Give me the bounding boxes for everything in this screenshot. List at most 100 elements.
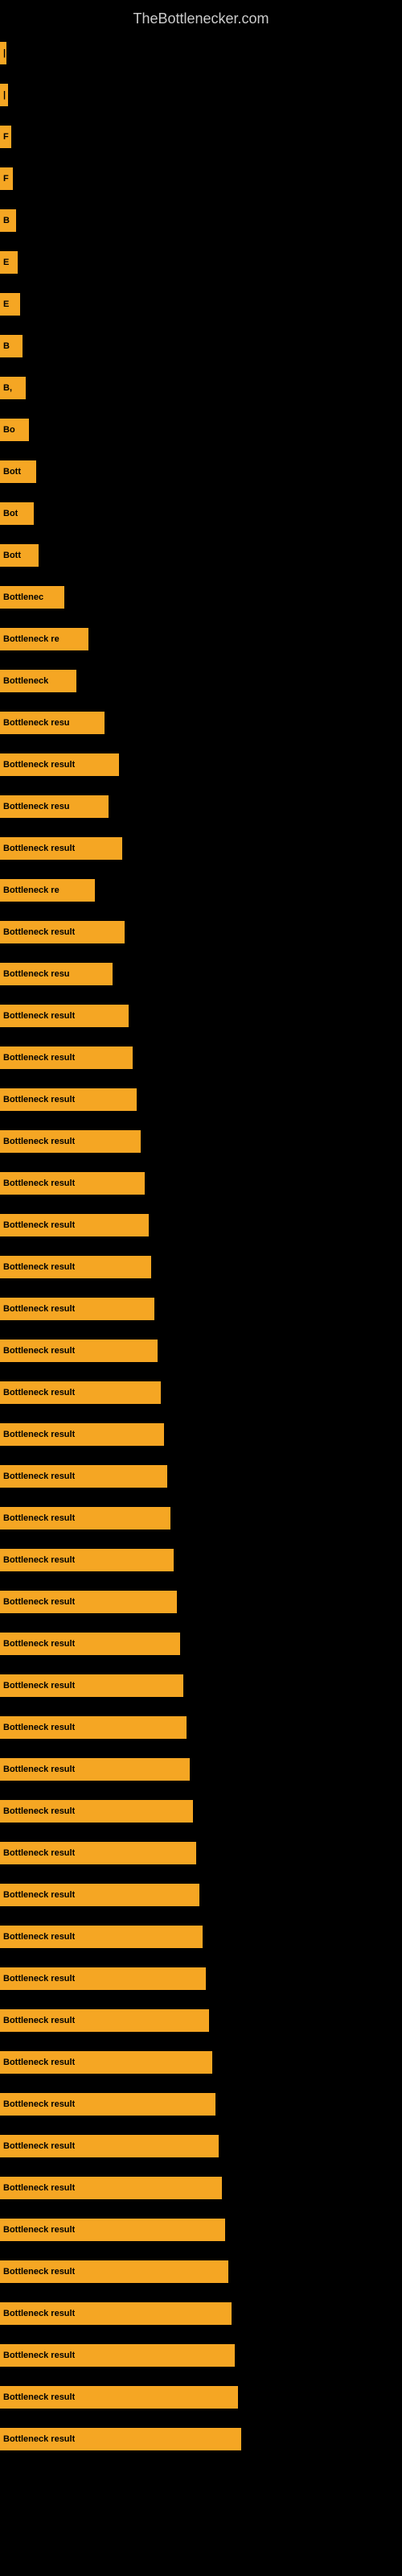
bar: Bottleneck result	[0, 1633, 180, 1655]
bar-label: Bottleneck result	[3, 760, 75, 770]
bar-row: Bottleneck resu	[0, 702, 402, 744]
bar-label: Bottleneck result	[3, 1639, 75, 1649]
bar: Bottleneck result	[0, 2344, 235, 2367]
bar-label: Bottleneck result	[3, 1932, 75, 1942]
bar-label: Bottleneck result	[3, 1430, 75, 1439]
bar-label: Bottleneck result	[3, 1723, 75, 1732]
bar-row: Bottleneck result	[0, 1707, 402, 1748]
bar-row: F	[0, 116, 402, 158]
bar-row: Bot	[0, 493, 402, 535]
bar-label: Bo	[3, 425, 15, 435]
bar-row: Bottleneck result	[0, 1581, 402, 1623]
bar-label: Bottleneck result	[3, 1806, 75, 1816]
bar-row: Bottlenec	[0, 576, 402, 618]
bar-row: Bottleneck result	[0, 1665, 402, 1707]
bar: F	[0, 167, 13, 190]
bar-row: E	[0, 242, 402, 283]
bar: Bottleneck result	[0, 2177, 222, 2199]
bar-label: B,	[3, 383, 12, 393]
bar: Bottleneck result	[0, 1256, 151, 1278]
bar-label: Bottleneck result	[3, 1472, 75, 1481]
bar-label: Bottleneck result	[3, 2183, 75, 2193]
bar-row: Bottleneck result	[0, 2293, 402, 2334]
bar: Bo	[0, 419, 29, 441]
bar: E	[0, 293, 20, 316]
bar: Bottleneck result	[0, 1926, 203, 1948]
bar: Bottleneck result	[0, 1758, 190, 1781]
bar-label: Bottleneck result	[3, 1011, 75, 1021]
bar: Bottleneck result	[0, 1465, 167, 1488]
bar: Bottleneck result	[0, 2260, 228, 2283]
bar-label: F	[3, 174, 9, 184]
bar-row: Bottleneck result	[0, 2209, 402, 2251]
bar: Bottleneck result	[0, 2302, 232, 2325]
bar-label: Bottlenec	[3, 592, 43, 602]
bar: B,	[0, 377, 26, 399]
bar-label: E	[3, 299, 9, 309]
bar-row: Bottleneck result	[0, 2000, 402, 2041]
bar-row: Bottleneck result	[0, 995, 402, 1037]
bar: Bottleneck result	[0, 1716, 187, 1739]
bar-row: Bottleneck result	[0, 1330, 402, 1372]
bar: Bottleneck result	[0, 1298, 154, 1320]
bar: Bottleneck result	[0, 1884, 199, 1906]
bar: Bottleneck result	[0, 837, 122, 860]
bar: B	[0, 209, 16, 232]
bar: F	[0, 126, 11, 148]
bar-label: Bottleneck result	[3, 927, 75, 937]
bar-label: Bottleneck result	[3, 1179, 75, 1188]
bar-row: Bottleneck resu	[0, 786, 402, 828]
bar-row: B	[0, 200, 402, 242]
bar-label: Bottleneck result	[3, 1890, 75, 1900]
bar: Bottleneck result	[0, 1046, 133, 1069]
bar-label: Bottleneck result	[3, 1053, 75, 1063]
bar-label: Bottleneck result	[3, 2016, 75, 2025]
bar: Bottleneck result	[0, 1005, 129, 1027]
bar-label: Bottleneck result	[3, 1220, 75, 1230]
bar: |	[0, 42, 6, 64]
bar-label: Bottleneck result	[3, 2058, 75, 2067]
bar-label: Bottleneck result	[3, 1974, 75, 1984]
bar-row: Bottleneck result	[0, 1414, 402, 1455]
bar-row: F	[0, 158, 402, 200]
bar-row: |	[0, 32, 402, 74]
bar: Bottleneck result	[0, 2428, 241, 2450]
bar-label: Bottleneck result	[3, 2351, 75, 2360]
bar-row: Bott	[0, 451, 402, 493]
bar: Bottleneck re	[0, 879, 95, 902]
bar: Bottleneck result	[0, 1800, 193, 1823]
bar: Bottleneck result	[0, 2135, 219, 2157]
bar: Bottleneck result	[0, 1130, 141, 1153]
bar-label: Bottleneck result	[3, 2434, 75, 2444]
bar-label: Bott	[3, 467, 21, 477]
bar: Bottleneck result	[0, 1172, 145, 1195]
bar-label: B	[3, 341, 10, 351]
bar-row: Bottleneck result	[0, 911, 402, 953]
bars-container: ||FFBEEBB,BoBottBotBottBottlenecBottlene…	[0, 32, 402, 2460]
bar: Bottleneck result	[0, 1591, 177, 1613]
bar-label: Bottleneck result	[3, 2267, 75, 2277]
bar-row: B,	[0, 367, 402, 409]
bar-row: Bottleneck result	[0, 1916, 402, 1958]
bar-label: Bott	[3, 551, 21, 560]
bar-row: Bottleneck result	[0, 1079, 402, 1121]
bar-label: Bottleneck resu	[3, 802, 70, 811]
bar-row: Bottleneck result	[0, 1288, 402, 1330]
bar-row: Bottleneck result	[0, 1832, 402, 1874]
bar: Bottleneck result	[0, 1549, 174, 1571]
bar: E	[0, 251, 18, 274]
bar-label: E	[3, 258, 9, 267]
bar-label: Bottleneck result	[3, 1388, 75, 1397]
bar-label: Bottleneck result	[3, 1513, 75, 1523]
bar-row: Bottleneck resu	[0, 953, 402, 995]
bar: Bottleneck result	[0, 1674, 183, 1697]
bar: Bottleneck result	[0, 1088, 137, 1111]
bar-row: Bottleneck result	[0, 1246, 402, 1288]
bar-row: Bott	[0, 535, 402, 576]
bar-row: Bottleneck result	[0, 2418, 402, 2460]
bar-row: Bo	[0, 409, 402, 451]
bar: B	[0, 335, 23, 357]
bar-label: Bottleneck result	[3, 2225, 75, 2235]
bar-row: Bottleneck re	[0, 618, 402, 660]
bar-label: Bottleneck result	[3, 2099, 75, 2109]
